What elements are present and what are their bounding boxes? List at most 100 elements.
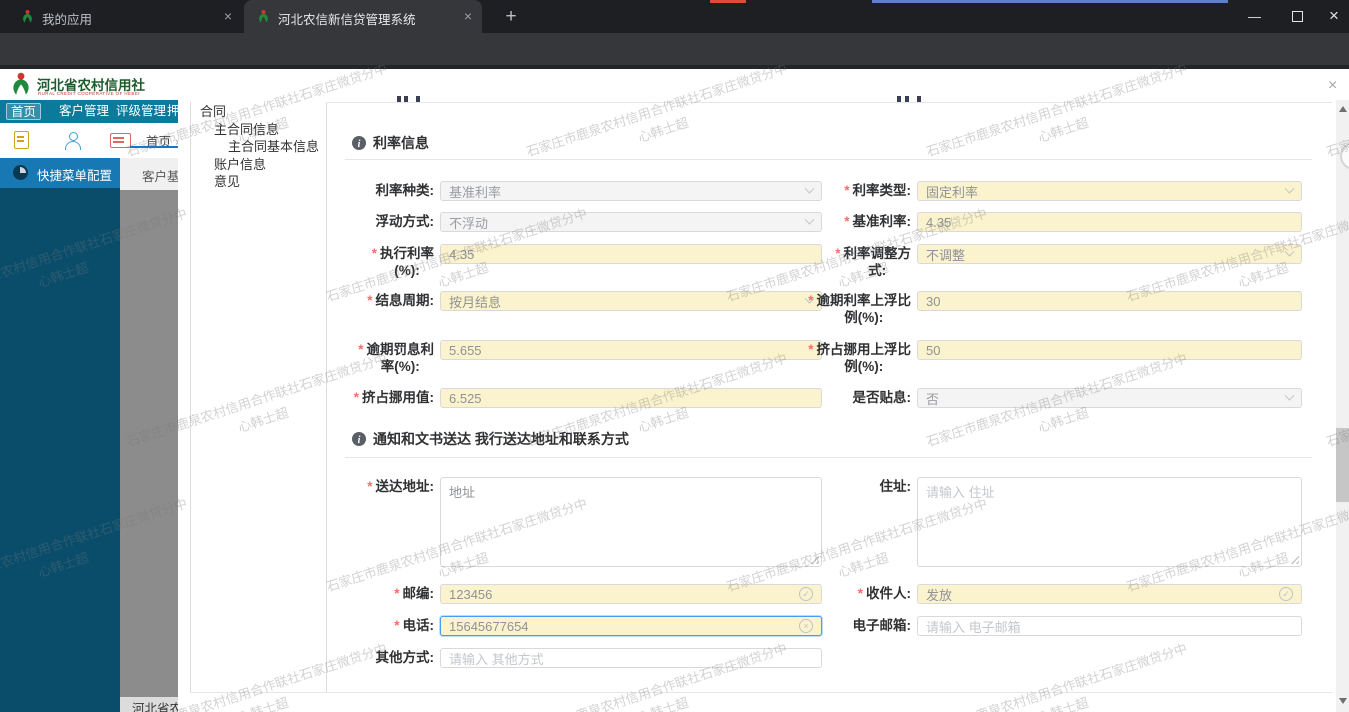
clipped-text-fragment [404,96,408,102]
field-exec-rate[interactable]: 4.35 [440,244,822,264]
favicon-rcc-logo [23,10,32,23]
scrollbar-down-arrow[interactable] [1339,698,1347,704]
tree-item-3[interactable]: 主合同基本信息 [192,138,324,156]
dialog-scrollbar[interactable] [1336,100,1349,712]
required-asterisk: * [394,586,400,601]
user-icon[interactable] [64,131,82,150]
tree-item-1[interactable]: 合同 [192,103,324,121]
field-interest-cycle[interactable]: 按月结息 [440,291,822,311]
field-other-method[interactable]: 请输入 其他方式 [440,648,822,668]
field-placeholder: 请输入 其他方式 [449,651,544,667]
field-label-text: 执行利率 (%): [380,246,434,278]
field-misuse-value[interactable]: 6.525 [440,388,822,408]
field-value: 50 [926,342,941,358]
field-label-phone: * 电话: [308,617,434,634]
favicon-rcc-logo [259,10,268,23]
resize-handle-icon[interactable] [1290,555,1299,564]
nav-item-2[interactable]: 客户管理 [55,103,113,120]
active-tab-underline [130,146,178,148]
nav-item-1[interactable]: 首页 [6,103,42,120]
browser-toolbar: ← → ↻ 不安全 10.5.141.158:8081/con/con02?tb… [0,33,1349,95]
tab-close-icon[interactable]: × [464,8,472,24]
nav-item-3[interactable]: 评级管理 [112,103,170,120]
browser-tab-my-apps[interactable]: 我的应用 × [8,0,242,33]
field-label-text: 利率类型: [852,183,912,198]
required-asterisk: * [353,390,359,405]
screen: 我的应用 × 河北农信新信贷管理系统 × + — × ← → ↻ 不安全 [0,0,1349,712]
dimmed-overlay [120,190,178,697]
field-delivery-address[interactable]: 地址 [440,477,822,567]
dashboard-icon [13,165,28,180]
clipped-text-fragment [397,96,401,102]
field-label-text: 电话: [402,618,435,633]
field-postcode[interactable]: 123456 ✓ [440,584,822,604]
rcc-logo [13,72,29,95]
clipped-text-fragment [897,96,901,102]
sidebar-item-quick-menu[interactable]: 快捷菜单配置 [0,158,120,188]
required-asterisk: * [808,342,814,357]
chrome-shadow [0,65,1349,69]
nav-item-4[interactable]: 押品 [163,103,178,120]
field-float-mode[interactable]: 不浮动 [440,212,822,232]
required-asterisk: * [857,586,863,601]
tab-close-icon[interactable]: × [224,8,232,24]
maximize-button[interactable] [1292,11,1303,22]
field-recipient[interactable]: 发放 ✓ [917,584,1302,604]
minimize-button[interactable]: — [1248,9,1261,24]
required-asterisk: * [844,214,850,229]
resize-handle-icon[interactable] [810,555,819,564]
chevron-down-icon [1284,390,1295,401]
window-close-button[interactable]: × [1329,6,1339,26]
browser-chrome: 我的应用 × 河北农信新信贷管理系统 × + — × ← → ↻ 不安全 [0,0,1349,95]
clipped-text-fragment [416,96,420,102]
field-rate-type[interactable]: 固定利率 [917,181,1302,201]
field-rate-adjust-mode[interactable]: 不调整 [917,244,1302,264]
field-overdue-penalty-rate[interactable]: 5.655 [440,340,822,360]
field-discount-flag[interactable]: 否 [917,388,1302,408]
field-phone[interactable]: 15645677654 × [440,616,822,636]
sidebar [0,188,120,712]
tree-item-2[interactable]: 主合同信息 [192,121,324,139]
clipped-row-border [326,102,1332,103]
page-footer-fragment: 河北省农 [120,697,178,712]
field-base-rate[interactable]: 4.35 [917,212,1302,232]
app-underlay: 河北省农村信用社 RURAL CREDIT COOPERATIVE OF HEB… [0,65,178,712]
dialog-close-icon[interactable]: × [1328,77,1337,95]
dialog-tree: 合同 主合同信息 主合同基本信息 账户信息 意见 [192,103,324,191]
section-divider [345,457,1312,458]
field-label-rate-type: * 利率类型: [776,182,911,199]
field-label-exec-rate: * 执行利率 (%): [308,245,434,279]
field-label-interest-cycle: * 结息周期: [308,292,434,309]
tree-item-4[interactable]: 账户信息 [192,156,324,174]
field-home-address[interactable]: 请输入 住址 [917,477,1302,567]
chevron-down-icon [1284,246,1295,257]
new-tab-button[interactable]: + [498,4,524,30]
info-icon [352,136,366,150]
document-icon[interactable] [14,131,29,149]
list-card-icon[interactable] [110,133,131,148]
field-value: 15645677654 [449,618,529,634]
section-header-delivery: 通知和文书送达 我行送达地址和联系方式 [352,429,629,449]
field-label-email: 电子邮箱: [776,617,912,634]
field-label-text: 邮编: [402,586,435,601]
page: 河北省农村信用社 RURAL CREDIT COOPERATIVE OF HEB… [0,65,1349,712]
tree-item-5[interactable]: 意见 [192,173,324,191]
browser-tab-credit-system[interactable]: 河北农信新信贷管理系统 × [244,0,482,33]
scrollbar-up-arrow[interactable] [1339,106,1347,112]
field-label-text: 收件人: [866,586,911,601]
app-icon-row: 首页× [0,123,178,158]
field-label-recipient: * 收件人: [776,585,911,602]
clipped-text-fragment [905,96,909,102]
field-label-text: 浮动方式: [375,214,435,229]
check-circle-icon[interactable]: ✓ [1279,587,1293,601]
required-asterisk: * [844,183,850,198]
field-misuse-float-ratio[interactable]: 50 [917,340,1302,360]
scrollbar-thumb[interactable] [1336,428,1349,502]
field-label-rate-kind: 利率种类: [308,182,435,199]
field-label-text: 逾期利率上浮比 例(%): [816,293,912,325]
field-email[interactable]: 请输入 电子邮箱 [917,616,1302,636]
required-asterisk: * [808,293,814,308]
field-overdue-float-ratio[interactable]: 30 [917,291,1302,311]
field-label-text: 其他方式: [375,650,435,665]
field-rate-kind[interactable]: 基准利率 [440,181,822,201]
